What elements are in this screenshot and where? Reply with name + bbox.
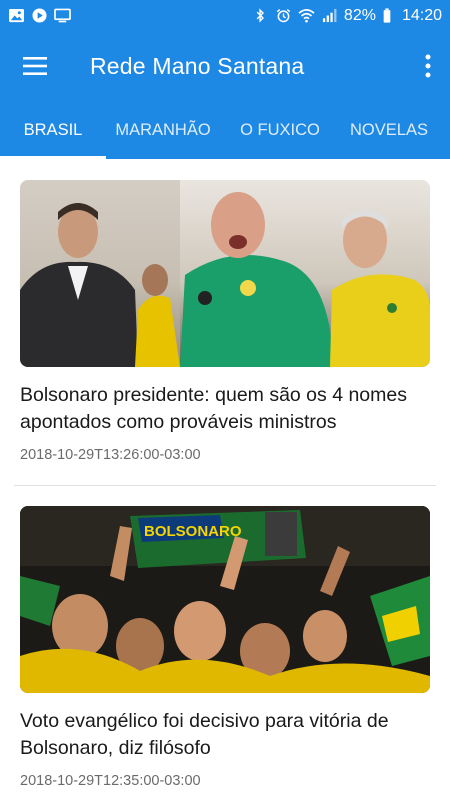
signal-icon bbox=[321, 8, 338, 23]
clock: 14:20 bbox=[401, 6, 442, 24]
article-thumbnail: BOLSONARO bbox=[20, 506, 430, 693]
article-card[interactable]: BOLSONARO Voto evangélico foi decisivo p bbox=[20, 506, 430, 789]
status-bar-right: 82% 14:20 bbox=[252, 7, 442, 25]
battery-percentage: 82% bbox=[343, 6, 376, 24]
article-date: 2018-10-29T12:35:00-03:00 bbox=[20, 773, 201, 789]
overflow-menu-button[interactable] bbox=[420, 49, 436, 83]
gallery-icon bbox=[8, 8, 25, 23]
tab-novelas[interactable]: NOVELAS bbox=[340, 101, 438, 159]
tab-label: BRASIL bbox=[23, 120, 83, 139]
article-date: 2018-10-29T13:26:00-03:00 bbox=[20, 447, 201, 463]
bluetooth-icon bbox=[252, 8, 269, 23]
hamburger-menu-icon bbox=[22, 56, 48, 76]
news-feed[interactable]: Bolsonaro presidente: quem são os 4 nome… bbox=[0, 159, 450, 800]
wifi-icon bbox=[298, 8, 315, 23]
status-bar-left bbox=[8, 8, 71, 23]
article-card[interactable]: Bolsonaro presidente: quem são os 4 nome… bbox=[20, 180, 430, 463]
tab-bar: BRASIL MARANHÃO O FUXICO NOVELAS bbox=[0, 101, 450, 159]
article-thumbnail bbox=[20, 180, 430, 367]
status-bar: 82% 14:20 bbox=[0, 0, 450, 31]
screen-icon bbox=[54, 8, 71, 23]
menu-button[interactable] bbox=[0, 31, 70, 101]
tab-label: MARANHÃO bbox=[115, 120, 211, 139]
more-vert-icon bbox=[425, 54, 431, 78]
tab-maranhao[interactable]: MARANHÃO bbox=[106, 101, 220, 159]
tab-label: O FUXICO bbox=[240, 120, 320, 139]
play-icon bbox=[31, 8, 48, 23]
article-title[interactable]: Voto evangélico foi decisivo para vitóri… bbox=[20, 708, 430, 762]
card-divider bbox=[14, 485, 436, 486]
app-bar: Rede Mano Santana bbox=[0, 31, 450, 101]
battery-icon bbox=[382, 8, 392, 23]
tab-brasil[interactable]: BRASIL bbox=[0, 101, 106, 159]
alarm-icon bbox=[275, 8, 292, 23]
banner-text: BOLSONARO bbox=[144, 523, 242, 540]
tab-label: NOVELAS bbox=[350, 120, 428, 139]
app-title: Rede Mano Santana bbox=[90, 52, 305, 79]
tab-o-fuxico[interactable]: O FUXICO bbox=[220, 101, 340, 159]
article-title[interactable]: Bolsonaro presidente: quem são os 4 nome… bbox=[20, 382, 430, 436]
